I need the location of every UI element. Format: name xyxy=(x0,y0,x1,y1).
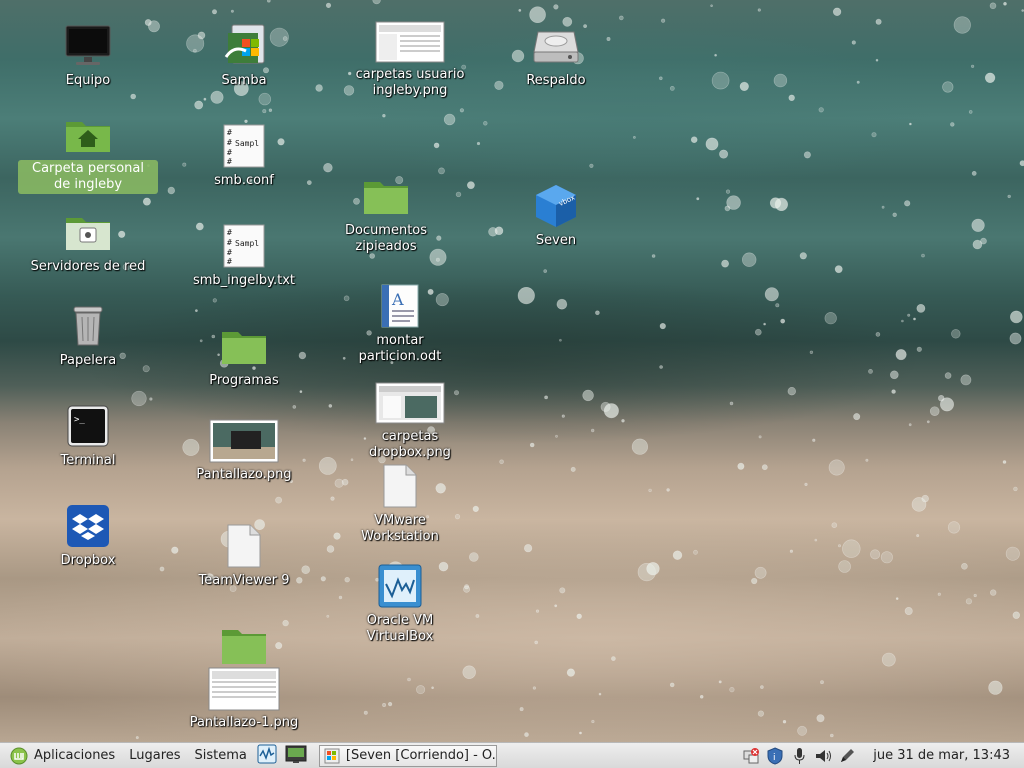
samba-icon xyxy=(220,22,268,70)
applications-menu-button[interactable]: Aplicaciones xyxy=(6,745,119,767)
show-desktop-icon xyxy=(285,744,307,768)
taskbar-window-label: [Seven [Corriendo] - O... xyxy=(345,748,497,763)
svg-text:#: # xyxy=(227,257,232,266)
desktop-icon-terminal[interactable]: >_ Terminal xyxy=(18,402,158,470)
document-icon: A xyxy=(376,282,424,330)
file-thumb-text: Sampl xyxy=(235,139,260,148)
svg-text:#: # xyxy=(227,238,232,247)
applications-menu-label: Aplicaciones xyxy=(34,748,116,763)
network-folder-icon xyxy=(64,208,112,256)
svg-text:#: # xyxy=(227,248,232,257)
places-menu-button[interactable]: Lugares xyxy=(125,745,184,767)
network-icon[interactable] xyxy=(741,746,761,766)
desktop-icon-trash[interactable]: Papelera xyxy=(18,302,158,370)
terminal-icon: >_ xyxy=(64,402,112,450)
desktop-icon-seven[interactable]: vbox Seven xyxy=(486,182,626,250)
places-menu-label: Lugares xyxy=(129,748,181,763)
volume-icon[interactable] xyxy=(813,746,833,766)
update-shield-icon[interactable]: i xyxy=(765,746,785,766)
desktop-icon-programas[interactable]: Programas xyxy=(174,322,314,390)
desktop-icon-dropbox[interactable]: Dropbox xyxy=(18,502,158,570)
taskbar-window-seven[interactable]: [Seven [Corriendo] - O... xyxy=(318,744,497,767)
folder-icon xyxy=(220,322,268,370)
svg-text:#: # xyxy=(227,138,232,147)
system-tray: i jue 31 de mar, 13:43 xyxy=(741,746,1024,766)
desktop-icon-respaldo[interactable]: Respaldo xyxy=(486,22,626,90)
mint-logo-icon xyxy=(10,747,28,765)
desktop: Equipo Carpeta personal de ingleby Servi… xyxy=(0,0,1024,742)
home-folder-icon xyxy=(64,110,112,158)
desktop-icon-smb-conf[interactable]: # # # # Sampl smb.conf xyxy=(174,122,314,190)
desktop-icon-smb-ingelby[interactable]: # # # # Sampl smb_ingelby.txt xyxy=(174,222,314,290)
panel-clock[interactable]: jue 31 de mar, 13:43 xyxy=(873,748,1010,763)
monitor-icon xyxy=(64,22,112,70)
blank-file-icon xyxy=(376,462,424,510)
folder-icon xyxy=(362,172,410,220)
system-menu-label: Sistema xyxy=(194,748,247,763)
desktop-icon-carpetas-dropbox[interactable]: carpetas dropbox.png xyxy=(350,380,470,462)
vbox-cube-icon: vbox xyxy=(532,182,580,230)
desktop-icon-carpetas-usuario[interactable]: carpetas usuario ingleby.png xyxy=(350,20,470,100)
desktop-icon-pantallazo[interactable]: Pantallazo.png xyxy=(184,418,304,484)
system-monitor-icon xyxy=(257,744,277,768)
desktop-icon-teamviewer[interactable]: TeamViewer 9 xyxy=(174,522,314,590)
window-app-icon xyxy=(324,748,340,764)
desktop-icon-montar-particion[interactable]: A montar particion.odt xyxy=(330,282,470,366)
dropbox-icon xyxy=(64,502,112,550)
bottom-panel: Aplicaciones Lugares Sistema [Seven [Cor… xyxy=(0,742,1024,768)
desktop-icon-network-servers[interactable]: Servidores de red xyxy=(18,208,158,276)
svg-text:A: A xyxy=(391,290,404,309)
launcher-monitor-button[interactable] xyxy=(253,744,281,768)
desktop-icon-home-folder[interactable]: Carpeta personal de ingleby xyxy=(18,110,158,194)
image-thumbnail-icon xyxy=(208,418,280,464)
svg-text:#: # xyxy=(227,157,232,166)
desktop-icon-samba[interactable]: Samba xyxy=(174,22,314,90)
svg-text:#: # xyxy=(227,148,232,157)
image-thumbnail-icon xyxy=(374,20,446,64)
svg-text:#: # xyxy=(227,128,232,137)
virtualbox-icon xyxy=(376,562,424,610)
drive-icon xyxy=(532,22,580,70)
pen-icon[interactable] xyxy=(837,746,857,766)
desktop-icon-equipo[interactable]: Equipo xyxy=(18,22,158,90)
svg-text:#: # xyxy=(227,228,232,237)
image-thumbnail-icon xyxy=(374,380,446,426)
desktop-icon-virtualbox[interactable]: Oracle VM VirtualBox xyxy=(330,562,470,646)
blank-file-icon xyxy=(220,522,268,570)
launcher-desktop-button[interactable] xyxy=(281,745,311,767)
image-thumbnail-icon xyxy=(208,628,280,712)
svg-text:>_: >_ xyxy=(74,415,85,425)
microphone-icon[interactable] xyxy=(789,746,809,766)
system-menu-button[interactable]: Sistema xyxy=(191,745,251,767)
desktop-icon-pantallazo-1[interactable]: Pantallazo-1.png xyxy=(184,628,304,732)
file-thumb-text: Sampl xyxy=(235,239,260,248)
desktop-icon-documentos[interactable]: Documentos zipieados xyxy=(316,172,456,256)
trash-icon xyxy=(64,302,112,350)
desktop-icon-vmware[interactable]: VMware Workstation xyxy=(330,462,470,546)
svg-text:i: i xyxy=(773,753,776,763)
